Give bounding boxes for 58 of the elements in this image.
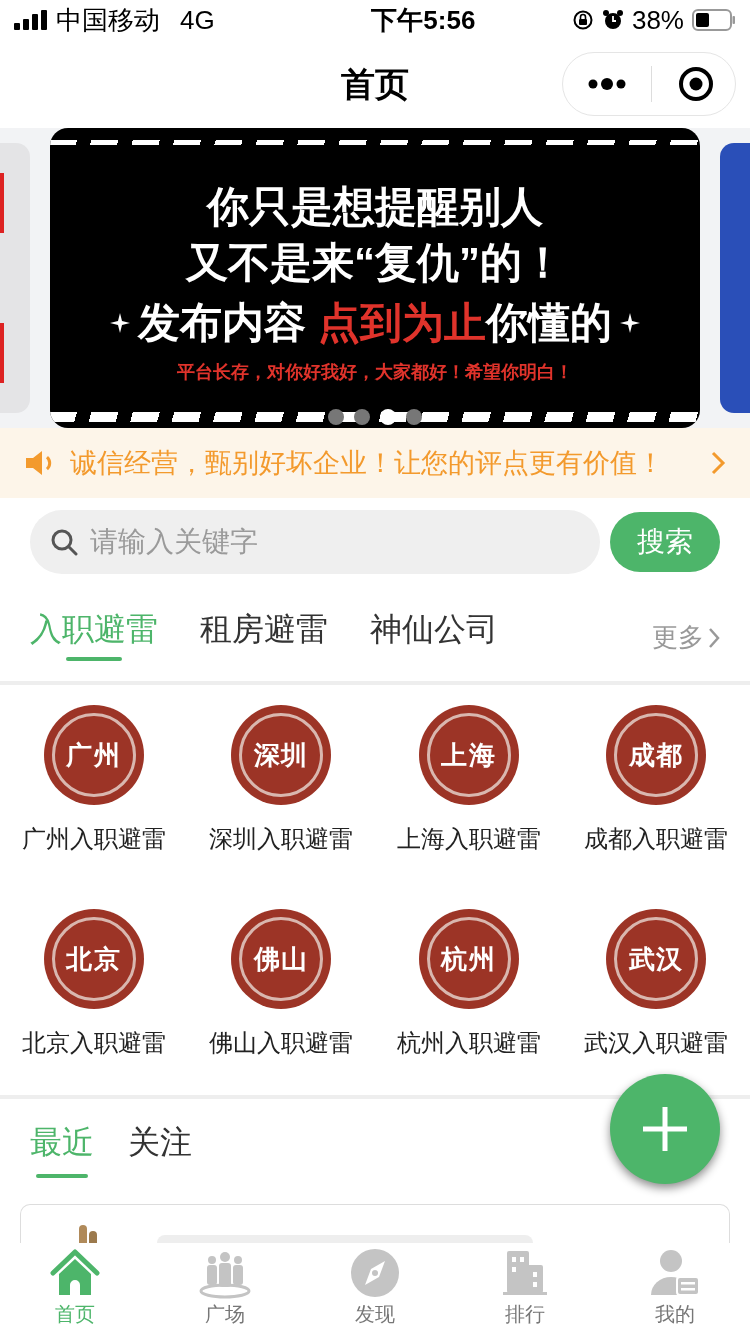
tab-bar-item[interactable]: 我的 bbox=[600, 1243, 750, 1334]
seal-text: 深圳 bbox=[253, 738, 309, 772]
banner-headline: 又不是来“复仇”的！ bbox=[186, 238, 564, 289]
city-label[interactable]: 杭州入职避雷 bbox=[396, 1025, 541, 1061]
tab-bar-item[interactable]: 发现 bbox=[300, 1243, 450, 1334]
banner-headline: 发布内容 点到为止你懂的 bbox=[138, 298, 612, 349]
city-label[interactable]: 北京入职避雷 bbox=[21, 1025, 166, 1061]
tab-bar-item[interactable]: 排行 bbox=[450, 1243, 600, 1334]
feed-tab[interactable]: 关注 bbox=[128, 1121, 192, 1180]
carrier-name: 中国移动 bbox=[56, 3, 160, 37]
add-button[interactable] bbox=[610, 1074, 720, 1184]
seal-text: 杭州 bbox=[441, 942, 497, 976]
city-label[interactable]: 佛山入职避雷 bbox=[209, 1025, 354, 1061]
page-title: 首页 bbox=[341, 63, 409, 105]
banner-headline: 你只是想提醒别人 bbox=[207, 182, 543, 233]
city-seal[interactable]: 上海 bbox=[418, 705, 519, 805]
city-label[interactable]: 武汉入职避雷 bbox=[584, 1025, 729, 1061]
city-seal[interactable]: 武汉 bbox=[606, 909, 707, 1009]
rotation-lock-icon bbox=[571, 9, 594, 31]
seal-text: 广州 bbox=[66, 738, 122, 772]
seal-text: 北京 bbox=[66, 942, 122, 976]
city-seal[interactable]: 广州 bbox=[43, 705, 144, 805]
tab-bar-item[interactable]: 广场 bbox=[150, 1243, 300, 1334]
plus-icon bbox=[640, 1104, 690, 1154]
city-label[interactable]: 上海入职避雷 bbox=[396, 821, 541, 857]
city-seal[interactable]: 北京 bbox=[43, 909, 144, 1009]
signal-icon bbox=[14, 10, 48, 30]
alarm-icon bbox=[601, 9, 624, 31]
banner-slogan: 平台长存，对你好我好，大家都好！希望你明白！ bbox=[177, 361, 573, 385]
category-tab[interactable]: 神仙公司 bbox=[370, 609, 498, 681]
network-type: 4G bbox=[180, 3, 215, 37]
sparkle-icon bbox=[619, 313, 640, 334]
city-label[interactable]: 深圳入职避雷 bbox=[209, 821, 354, 857]
city-seal[interactable]: 成都 bbox=[606, 705, 707, 805]
close-target-icon[interactable] bbox=[678, 66, 714, 102]
clock-time: 下午5:56 bbox=[371, 3, 476, 37]
search-icon bbox=[50, 527, 78, 556]
city-label[interactable]: 成都入职避雷 bbox=[584, 821, 729, 857]
battery-percent: 38% bbox=[631, 3, 684, 37]
sparkle-icon bbox=[110, 313, 131, 334]
city-label[interactable]: 广州入职避雷 bbox=[21, 821, 166, 857]
search-field[interactable]: 请输入关键字 bbox=[30, 509, 600, 574]
city-seal[interactable]: 深圳 bbox=[231, 705, 332, 805]
seal-text: 武汉 bbox=[628, 942, 684, 976]
city-seal[interactable]: 杭州 bbox=[418, 909, 519, 1009]
seal-text: 佛山 bbox=[253, 942, 309, 976]
banner-card[interactable]: 你只是想提醒别人 又不是来“复仇”的！ 发布内容 点到为止你懂的 平台长存，对你好我好，大家都好！希望你明白！ bbox=[50, 128, 700, 428]
seal-text: 上海 bbox=[441, 738, 497, 772]
seal-text: 成都 bbox=[628, 738, 684, 772]
city-seal[interactable]: 佛山 bbox=[231, 909, 332, 1009]
compass-icon bbox=[349, 1247, 401, 1299]
category-tab[interactable]: 租房避雷 bbox=[200, 609, 328, 681]
side-banner[interactable] bbox=[0, 143, 30, 413]
chevron-right-icon bbox=[708, 626, 720, 649]
notice-text: 诚信经营，甄别好坏企业！让您的评点更有价值！ bbox=[70, 446, 665, 480]
chevron-right-icon bbox=[710, 450, 726, 476]
more-icon[interactable] bbox=[587, 77, 627, 91]
battery-icon bbox=[692, 9, 736, 31]
